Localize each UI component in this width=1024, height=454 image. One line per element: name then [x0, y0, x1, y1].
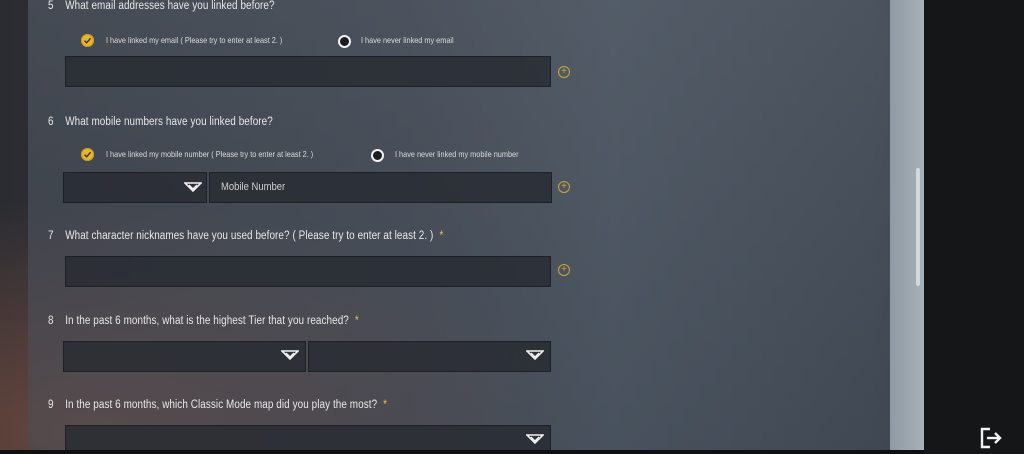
q5-option-never-radio[interactable]: [338, 35, 351, 48]
question-8-text: In the past 6 months, what is the highes…: [65, 315, 349, 327]
question-6-text: What mobile numbers have you linked befo…: [65, 116, 273, 128]
chevron-down-icon[interactable]: [281, 350, 299, 361]
q6-option-linked-radio[interactable]: [81, 148, 94, 161]
scrollbar-thumb[interactable]: [916, 168, 920, 286]
required-marker: *: [383, 399, 388, 411]
question-7-number: 7: [48, 230, 54, 242]
q8-tier-select[interactable]: [308, 341, 551, 372]
q9-map-select[interactable]: [65, 425, 551, 450]
question-8: 8 In the past 6 months, what is the highe…: [48, 315, 359, 327]
question-9: 9 In the past 6 months, which Classic Mod…: [48, 399, 387, 411]
right-margin: [924, 0, 1024, 454]
question-7-text: What character nicknames have you used b…: [65, 230, 434, 242]
q6-option-linked-label: I have linked my mobile number ( Please …: [106, 149, 314, 159]
q6-mobile-placeholder: Mobile Number: [221, 181, 286, 193]
chevron-down-icon[interactable]: [526, 434, 544, 445]
q5-option-linked-label: I have linked my email ( Please try to e…: [106, 35, 283, 45]
check-icon: [84, 37, 92, 44]
plus-circle-icon[interactable]: +: [558, 264, 570, 276]
question-6: 6 What mobile numbers have you linked bef…: [48, 116, 273, 128]
question-7: 7 What character nicknames have you used …: [48, 230, 443, 242]
question-5-number: 5: [48, 0, 54, 12]
q7-nickname-input[interactable]: [65, 256, 551, 287]
required-marker: *: [439, 230, 444, 242]
question-9-number: 9: [48, 399, 54, 411]
chevron-down-icon[interactable]: [526, 350, 544, 361]
plus-circle-icon[interactable]: +: [558, 66, 570, 78]
survey-panel: 5 What email addresses have you linked be…: [28, 0, 890, 450]
bottom-edge: [0, 450, 924, 454]
q5-option-never-label: I have never linked my email: [361, 35, 454, 45]
chevron-down-icon[interactable]: [184, 182, 202, 193]
required-marker: *: [354, 315, 359, 327]
q6-option-never-label: I have never linked my mobile number: [395, 149, 519, 159]
question-9-text: In the past 6 months, which Classic Mode…: [65, 399, 378, 411]
q6-option-never-radio[interactable]: [371, 149, 384, 162]
question-6-number: 6: [48, 116, 54, 128]
plus-circle-icon[interactable]: +: [558, 181, 570, 193]
q5-option-linked-radio[interactable]: [81, 34, 94, 47]
q5-email-input[interactable]: [65, 56, 551, 87]
check-icon: [84, 151, 92, 158]
q8-season-select[interactable]: [63, 341, 306, 372]
question-8-number: 8: [48, 315, 54, 327]
question-5: 5 What email addresses have you linked be…: [48, 0, 275, 12]
question-5-text: What email addresses have you linked bef…: [65, 0, 275, 12]
exit-icon[interactable]: [978, 426, 1004, 450]
